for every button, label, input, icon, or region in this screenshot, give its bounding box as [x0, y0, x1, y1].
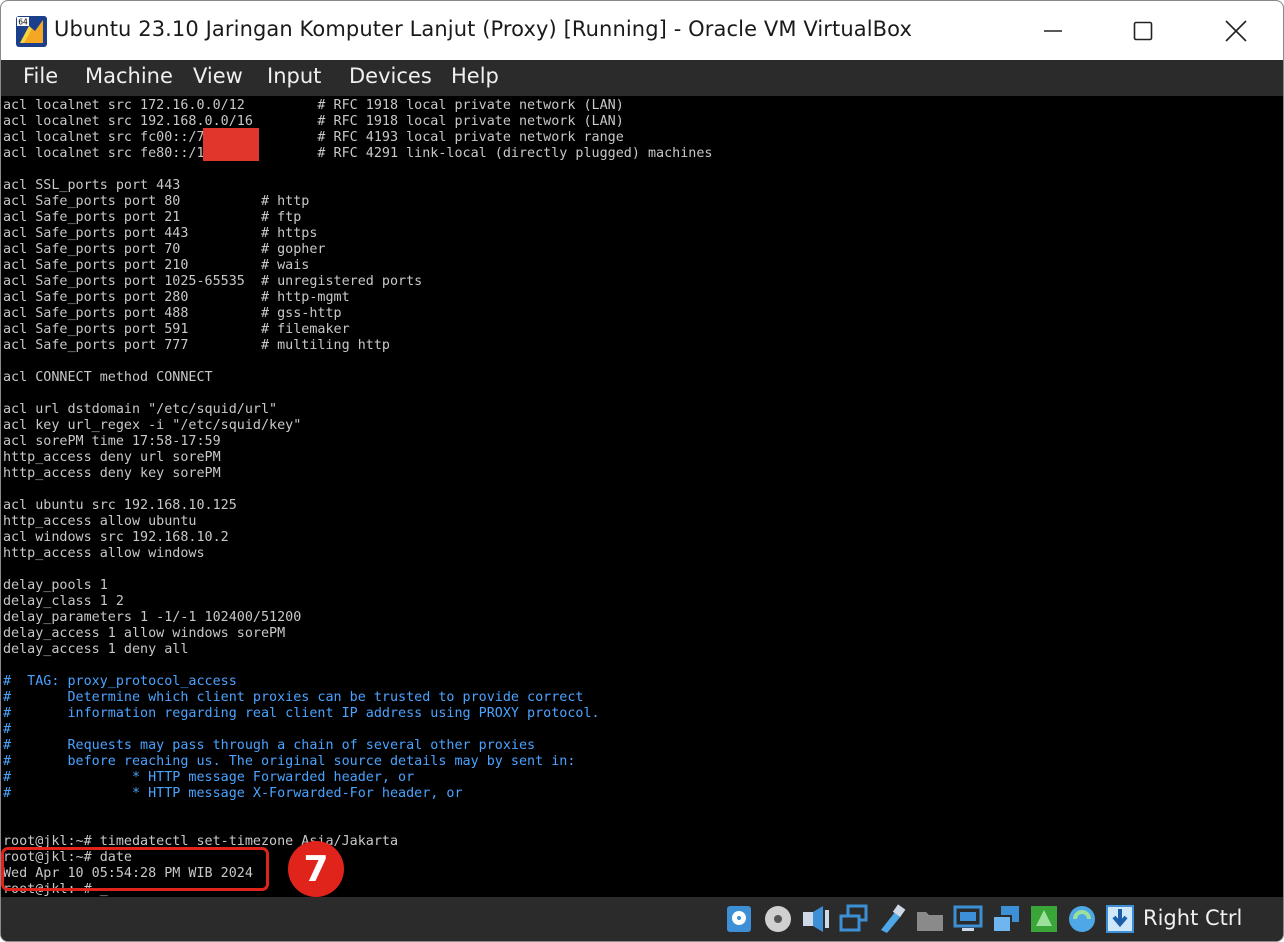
- terminal-line: acl windows src 192.168.10.2: [3, 530, 229, 545]
- maximize-icon: [1133, 21, 1153, 41]
- terminal-line: http_access allow windows: [3, 546, 205, 561]
- terminal-line: acl SSL_ports port 443: [3, 178, 181, 193]
- terminal-line: acl key url_regex -i "/etc/squid/key": [3, 418, 302, 433]
- terminal-line: acl Safe_ports port 280 # http-mgmt: [3, 290, 350, 305]
- menu-devices[interactable]: Devices: [349, 64, 432, 88]
- terminal-line: http_access deny key sorePM: [3, 466, 221, 481]
- terminal-line: http_access allow ubuntu: [3, 514, 197, 529]
- mouse-integration-icon[interactable]: [1105, 904, 1135, 934]
- terminal-line: acl Safe_ports port 443 # https: [3, 226, 318, 241]
- terminal-line: acl Safe_ports port 21 # ftp: [3, 210, 302, 225]
- step-number-badge: 7: [288, 841, 344, 897]
- terminal-line: acl Safe_ports port 777 # multiling http: [3, 338, 390, 353]
- window-title: Ubuntu 23.10 Jaringan Komputer Lanjut (P…: [54, 17, 912, 41]
- optical-drive-icon[interactable]: [763, 904, 793, 934]
- minimize-button[interactable]: [1030, 13, 1076, 49]
- vm-screen[interactable]: acl localnet src 172.16.0.0/12 # RFC 191…: [1, 96, 1283, 897]
- virtualbox-window: 64 Ubuntu 23.10 Jaringan Komputer Lanjut…: [0, 0, 1284, 942]
- terminal-line: # * HTTP message Forwarded header, or: [3, 770, 415, 785]
- annotation-highlight-box: [1, 847, 269, 891]
- terminal-line: acl localnet src 192.168.0.0/16 # RFC 19…: [3, 114, 624, 129]
- close-button[interactable]: [1213, 13, 1259, 49]
- terminal-line: acl localnet src 172.16.0.0/12 # RFC 191…: [3, 98, 624, 113]
- menu-view[interactable]: View: [193, 64, 243, 88]
- terminal-line: delay_access 1 allow windows sorePM: [3, 626, 286, 641]
- menu-bar: File Machine View Input Devices Help: [1, 60, 1283, 96]
- menu-file[interactable]: File: [23, 64, 58, 88]
- terminal-line: acl url dstdomain "/etc/squid/url": [3, 402, 278, 417]
- terminal-line: # Determine which client proxies can be …: [3, 690, 584, 705]
- recording-icon[interactable]: [1029, 904, 1059, 934]
- host-key-label[interactable]: Right Ctrl: [1143, 906, 1242, 930]
- terminal-line: delay_pools 1: [3, 578, 108, 593]
- virtualbox-app-icon[interactable]: 64: [16, 16, 47, 47]
- close-icon: [1225, 20, 1247, 42]
- cpu-activity-icon[interactable]: [1067, 904, 1097, 934]
- display-icon[interactable]: [953, 904, 983, 934]
- terminal-line: delay_access 1 deny all: [3, 642, 189, 657]
- terminal-line: acl localnet src fc00::/7 # RFC 4193 loc…: [3, 130, 624, 145]
- terminal-line: # before reaching us. The original sourc…: [3, 754, 576, 769]
- terminal-line: acl Safe_ports port 80 # http: [3, 194, 310, 209]
- network-icon[interactable]: [839, 904, 869, 934]
- terminal-line: acl Safe_ports port 591 # filemaker: [3, 322, 350, 337]
- minimize-icon: [1044, 30, 1062, 32]
- audio-icon[interactable]: [801, 904, 831, 934]
- menu-help[interactable]: Help: [451, 64, 499, 88]
- terminal-line: http_access deny url sorePM: [3, 450, 221, 465]
- terminal-line: # * HTTP message X-Forwarded-For header,…: [3, 786, 463, 801]
- terminal-line: #: [3, 722, 12, 737]
- hard-disk-icon[interactable]: [724, 904, 754, 934]
- terminal-line: acl sorePM time 17:58-17:59: [3, 434, 221, 449]
- terminal-line: acl Safe_ports port 488 # gss-http: [3, 306, 342, 321]
- terminal-line: # TAG: proxy_protocol_access: [3, 674, 237, 689]
- usb-icon[interactable]: [877, 904, 907, 934]
- capture-icon[interactable]: [991, 904, 1021, 934]
- title-bar[interactable]: 64 Ubuntu 23.10 Jaringan Komputer Lanjut…: [1, 1, 1283, 60]
- maximize-button[interactable]: [1120, 13, 1166, 49]
- terminal-line: delay_class 1 2: [3, 594, 124, 609]
- menu-machine[interactable]: Machine: [85, 64, 173, 88]
- terminal-line: delay_parameters 1 -1/-1 102400/51200: [3, 610, 302, 625]
- status-bar: Right Ctrl: [1, 897, 1283, 941]
- app-icon-badge: 64: [18, 18, 28, 27]
- menu-input[interactable]: Input: [267, 64, 321, 88]
- terminal-line: # information regarding real client IP a…: [3, 706, 600, 721]
- terminal-line: acl Safe_ports port 1025-65535 # unregis…: [3, 274, 423, 289]
- redaction-mark: [203, 128, 259, 161]
- terminal-line: # Requests may pass through a chain of s…: [3, 738, 536, 753]
- terminal-line: acl Safe_ports port 70 # gopher: [3, 242, 326, 257]
- terminal-line: acl CONNECT method CONNECT: [3, 370, 213, 385]
- terminal-line: acl ubuntu src 192.168.10.125: [3, 498, 237, 513]
- terminal-line: acl localnet src fe80::/10 # RFC 4291 li…: [3, 146, 713, 161]
- shared-folders-icon[interactable]: [915, 904, 945, 934]
- terminal-line: acl Safe_ports port 210 # wais: [3, 258, 310, 273]
